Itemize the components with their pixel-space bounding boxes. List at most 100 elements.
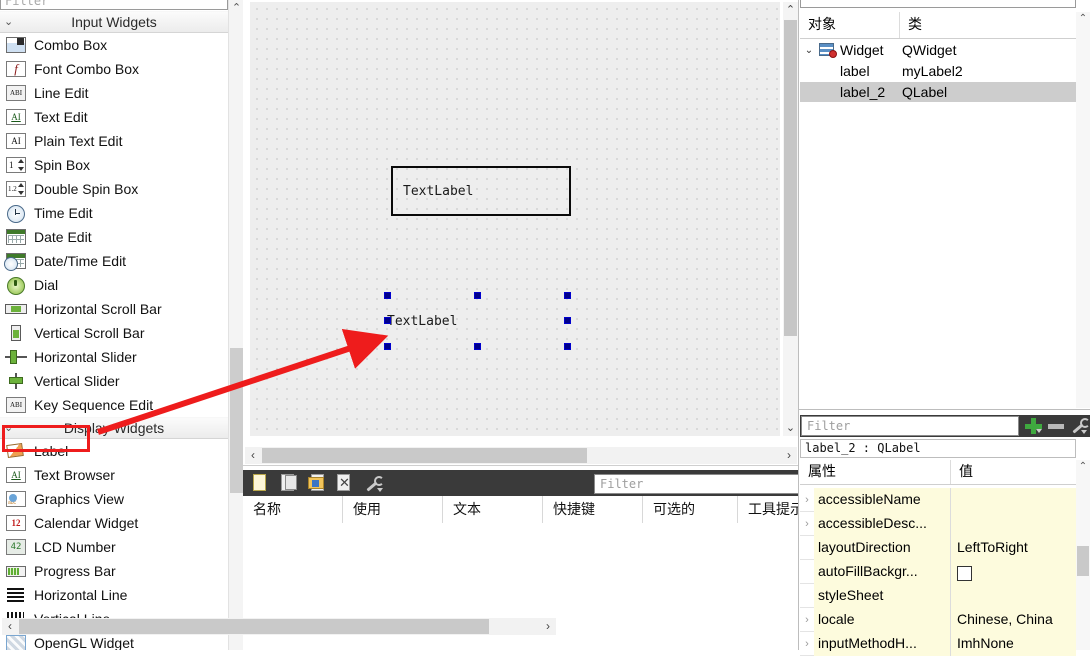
new-action-icon[interactable] xyxy=(249,473,271,493)
widget-item-vertical-scroll-bar[interactable]: Vertical Scroll Bar xyxy=(0,321,228,345)
column-header-object[interactable]: 对象 xyxy=(800,12,900,38)
right-panel-divider[interactable] xyxy=(798,0,799,650)
property-value[interactable] xyxy=(951,559,1076,584)
property-value[interactable]: Chinese, China xyxy=(951,607,1076,632)
resize-handle-e[interactable] xyxy=(564,317,571,324)
expand-right-icon[interactable]: › xyxy=(800,494,814,506)
object-inspector-filter-input[interactable] xyxy=(800,0,1076,8)
widget-item-text-edit[interactable]: AI Text Edit xyxy=(0,105,228,129)
object-row-widget[interactable]: ⌄ Widget QWidget xyxy=(800,40,1076,60)
property-value[interactable] xyxy=(951,511,1076,536)
scrollbar-thumb[interactable] xyxy=(230,348,243,493)
autofill-background-checkbox[interactable] xyxy=(957,565,972,581)
expand-right-icon[interactable]: › xyxy=(800,638,814,650)
chevron-up-icon[interactable]: ⌃ xyxy=(229,0,243,16)
column-header-property[interactable]: 属性 xyxy=(800,460,951,484)
column-header-shortcut[interactable]: 快捷键 xyxy=(543,496,643,523)
property-row-accessibleDescription[interactable]: › accessibleDesc... xyxy=(800,511,1076,536)
widget-item-horizontal-scroll-bar[interactable]: Horizontal Scroll Bar xyxy=(0,297,228,321)
widget-item-combo-box[interactable]: Combo Box xyxy=(0,33,228,57)
resize-handle-sw[interactable] xyxy=(384,343,391,350)
widget-item-progress-bar[interactable]: Progress Bar xyxy=(0,559,228,583)
right-panels-divider[interactable] xyxy=(798,409,1090,410)
remove-property-icon[interactable] xyxy=(1048,424,1064,429)
object-inspector-scrollbar[interactable]: ⌃ xyxy=(1076,12,1090,408)
scrollbar-thumb[interactable] xyxy=(262,448,587,463)
resize-handle-ne[interactable] xyxy=(564,292,571,299)
property-row-styleSheet[interactable]: styleSheet xyxy=(800,583,1076,608)
action-editor-rows[interactable] xyxy=(243,523,799,628)
object-row-label[interactable]: label myLabel2 xyxy=(800,61,1076,81)
delete-action-icon[interactable]: ✕ xyxy=(333,473,355,493)
widget-item-spin-box[interactable]: 1 Spin Box xyxy=(0,153,228,177)
chevron-down-icon[interactable]: ⌄ xyxy=(783,420,798,436)
object-row-label-2[interactable]: label_2 QLabel xyxy=(800,82,1076,102)
form-editor-canvas[interactable]: TextLabel TextLabel ⌃ ⌄ xyxy=(243,0,799,462)
widget-item-calendar-widget[interactable]: 12 Calendar Widget xyxy=(0,511,228,535)
widget-item-double-spin-box[interactable]: 1.2 Double Spin Box xyxy=(0,177,228,201)
action-editor-filter-input[interactable]: Filter xyxy=(594,474,799,494)
property-value[interactable]: LeftToRight xyxy=(951,535,1076,560)
widget-item-dial[interactable]: Dial xyxy=(0,273,228,297)
widget-item-horizontal-line[interactable]: Horizontal Line xyxy=(0,583,228,607)
resize-handle-w[interactable] xyxy=(384,317,391,324)
property-editor-scrollbar[interactable]: ⌃ xyxy=(1076,460,1090,650)
column-header-class[interactable]: 类 xyxy=(900,12,1076,38)
chevron-up-icon[interactable]: ⌃ xyxy=(783,2,798,18)
category-header-display-widgets[interactable]: ⌄ Display Widgets xyxy=(0,417,228,439)
property-row-locale[interactable]: › locale Chinese, China xyxy=(800,607,1076,632)
scrollbar-thumb[interactable] xyxy=(19,619,489,634)
configure-icon[interactable] xyxy=(1070,417,1090,435)
widget-item-text-browser[interactable]: AI Text Browser xyxy=(0,463,228,487)
widget-item-date-time-edit[interactable]: Date/Time Edit xyxy=(0,249,228,273)
chevron-down-icon[interactable]: ⌄ xyxy=(800,45,818,56)
widget-item-time-edit[interactable]: Time Edit xyxy=(0,201,228,225)
resize-handle-nw[interactable] xyxy=(384,292,391,299)
widget-box-scrollbar[interactable]: ⌃ xyxy=(228,0,243,650)
chevron-up-icon[interactable]: ⌃ xyxy=(1076,12,1090,26)
widget-item-plain-text-edit[interactable]: AI Plain Text Edit xyxy=(0,129,228,153)
action-editor-horizontal-scrollbar[interactable]: ‹ › xyxy=(2,618,556,635)
property-value[interactable]: ImhNone xyxy=(951,631,1076,656)
widget-item-line-edit[interactable]: ABI Line Edit xyxy=(0,81,228,105)
chevron-left-icon[interactable]: ‹ xyxy=(245,447,261,464)
copy-action-icon[interactable] xyxy=(277,473,299,493)
column-header-used[interactable]: 使用 xyxy=(343,496,443,523)
widget-item-horizontal-slider[interactable]: Horizontal Slider xyxy=(0,345,228,369)
expand-right-icon[interactable]: › xyxy=(800,614,814,626)
scrollbar-thumb[interactable] xyxy=(1077,546,1089,576)
column-header-value[interactable]: 值 xyxy=(951,460,1076,484)
property-row-autoFillBackground[interactable]: autoFillBackgr... xyxy=(800,559,1076,584)
form-widget-label-1[interactable]: TextLabel xyxy=(391,166,571,216)
design-surface[interactable]: TextLabel TextLabel xyxy=(250,2,780,436)
chevron-right-icon[interactable]: › xyxy=(781,447,797,464)
chevron-right-icon[interactable]: › xyxy=(540,618,556,635)
canvas-vertical-scrollbar[interactable]: ⌃ ⌄ xyxy=(783,2,798,436)
widget-item-graphics-view[interactable]: Graphics View xyxy=(0,487,228,511)
resize-handle-se[interactable] xyxy=(564,343,571,350)
column-header-tooltip[interactable]: 工具提示 xyxy=(738,496,799,523)
widget-item-key-sequence-edit[interactable]: ABI Key Sequence Edit xyxy=(0,393,228,417)
property-row-inputMethodHints[interactable]: › inputMethodH... ImhNone xyxy=(800,631,1076,656)
expand-right-icon[interactable]: › xyxy=(800,518,814,530)
property-value[interactable] xyxy=(951,487,1076,512)
canvas-horizontal-scrollbar[interactable]: ‹ › xyxy=(245,447,797,464)
scrollbar-thumb[interactable] xyxy=(784,20,797,336)
add-property-icon[interactable] xyxy=(1024,418,1042,434)
widget-item-lcd-number[interactable]: 42 LCD Number xyxy=(0,535,228,559)
resize-handle-n[interactable] xyxy=(474,292,481,299)
property-editor-filter-input[interactable]: Filter xyxy=(801,416,1019,436)
column-header-checkable[interactable]: 可选的 xyxy=(643,496,738,523)
chevron-left-icon[interactable]: ‹ xyxy=(2,618,18,635)
configure-icon[interactable] xyxy=(361,473,384,493)
widget-item-vertical-slider[interactable]: Vertical Slider xyxy=(0,369,228,393)
widget-item-font-combo-box[interactable]: f Font Combo Box xyxy=(0,57,228,81)
resize-handle-s[interactable] xyxy=(474,343,481,350)
widget-item-label[interactable]: Label xyxy=(0,439,228,463)
widget-item-date-edit[interactable]: Date Edit xyxy=(0,225,228,249)
chevron-up-icon[interactable]: ⌃ xyxy=(1076,460,1090,474)
column-header-name[interactable]: 名称 xyxy=(243,496,343,523)
property-value[interactable] xyxy=(951,583,1076,608)
form-widget-label-2-selected[interactable]: TextLabel xyxy=(384,292,571,350)
property-row-accessibleName[interactable]: › accessibleName xyxy=(800,487,1076,512)
